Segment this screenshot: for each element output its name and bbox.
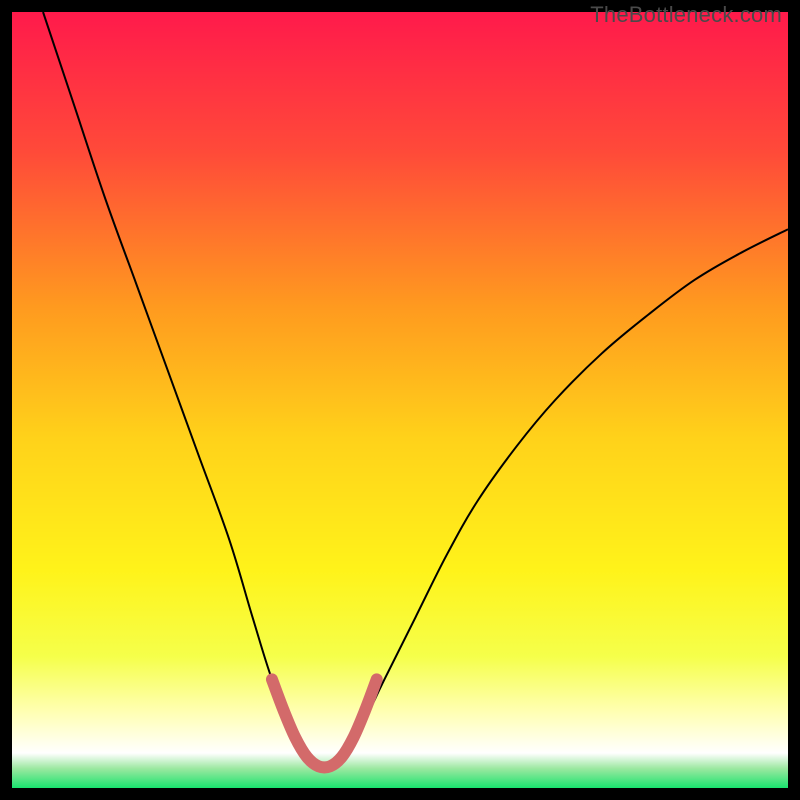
watermark-text: TheBottleneck.com <box>590 2 782 28</box>
chart-background <box>12 12 788 788</box>
bottleneck-chart <box>12 12 788 788</box>
chart-frame <box>12 12 788 788</box>
